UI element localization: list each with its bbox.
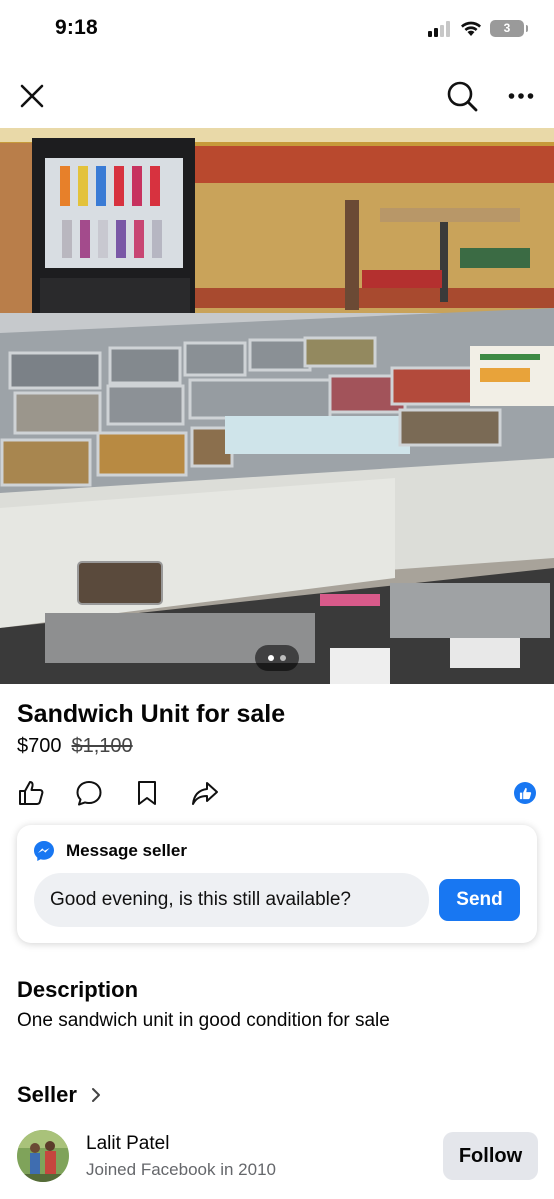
listing-photo[interactable]	[0, 128, 554, 684]
more-horizontal-icon	[508, 93, 534, 99]
follow-button[interactable]: Follow	[443, 1132, 538, 1180]
close-button[interactable]	[12, 76, 52, 116]
description-text: One sandwich unit in good condition for …	[17, 1010, 390, 1031]
listing-price: $700	[17, 735, 62, 757]
search-icon	[447, 81, 478, 112]
battery-level: 3	[503, 21, 511, 35]
send-button[interactable]: Send	[439, 879, 520, 921]
message-seller-header: Message seller	[33, 840, 187, 862]
cellular-signal-icon	[428, 20, 450, 37]
message-seller-card: Message seller Good evening, is this sti…	[17, 825, 537, 943]
price-row: $700 $1,100	[17, 735, 133, 758]
seller-name[interactable]: Lalit Patel	[86, 1133, 169, 1155]
pager-dot-active	[268, 655, 274, 661]
wifi-icon	[461, 21, 481, 36]
message-seller-label: Message seller	[66, 841, 187, 860]
listing-photo-image	[0, 128, 554, 684]
chevron-right-icon	[91, 1088, 100, 1102]
message-input[interactable]: Good evening, is this still available?	[34, 873, 429, 927]
description-heading: Description	[17, 977, 139, 1002]
action-row	[16, 778, 536, 808]
status-bar: 9:18 3	[0, 0, 554, 60]
like-icon	[19, 781, 44, 805]
photo-pager	[255, 645, 299, 671]
listing-title: Sandwich Unit for sale	[17, 700, 286, 728]
comment-button[interactable]	[74, 778, 104, 808]
top-nav	[0, 70, 554, 120]
seller-avatar[interactable]	[17, 1130, 69, 1182]
status-time: 9:18	[55, 16, 98, 39]
like-button[interactable]	[16, 778, 46, 808]
save-button[interactable]	[132, 778, 162, 808]
seller-joined-date: Joined Facebook in 2010	[86, 1160, 276, 1179]
close-icon	[20, 84, 44, 108]
seller-section-link[interactable]: Seller	[17, 1082, 101, 1108]
like-count-badge	[514, 782, 536, 804]
status-indicators: 3	[428, 20, 528, 37]
bookmark-icon	[138, 781, 156, 805]
comment-icon	[76, 781, 102, 806]
thumbs-up-icon	[519, 787, 531, 799]
messenger-icon	[34, 841, 54, 861]
pager-dot	[280, 655, 286, 661]
battery-indicator: 3	[490, 20, 528, 37]
share-button[interactable]	[190, 778, 220, 808]
search-button[interactable]	[442, 76, 482, 116]
seller-avatar-image	[17, 1130, 69, 1182]
seller-heading: Seller	[17, 1082, 77, 1107]
more-options-button[interactable]	[501, 76, 541, 116]
share-icon	[192, 782, 218, 805]
original-price: $1,100	[71, 735, 133, 757]
